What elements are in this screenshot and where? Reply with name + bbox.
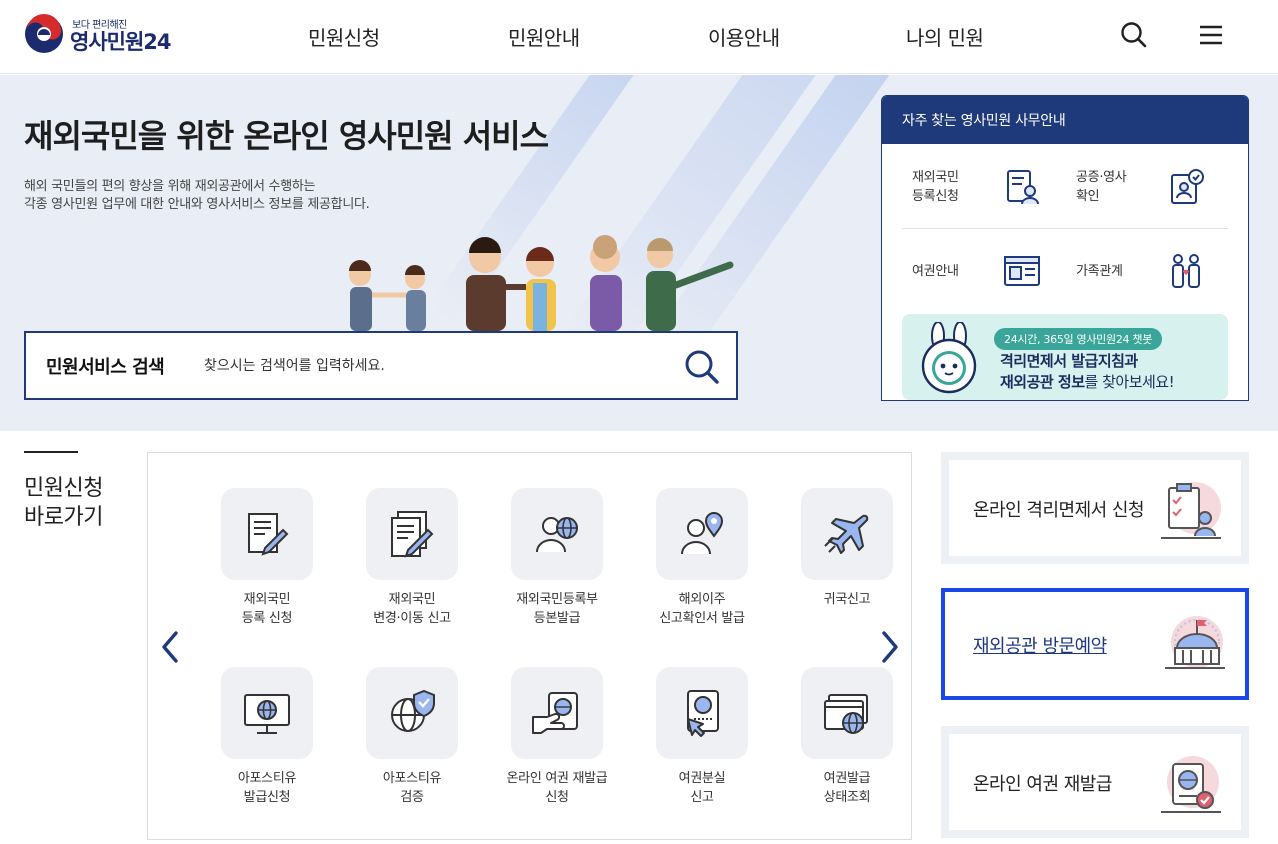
next-arrow-icon[interactable] (874, 627, 904, 667)
form-pen-icon (248, 513, 289, 556)
search-icon[interactable] (1119, 20, 1149, 50)
prev-arrow-icon[interactable] (156, 627, 186, 667)
nav-item-my[interactable]: 나의 민원 (906, 22, 984, 51)
section-divider (24, 451, 78, 453)
passport-cursor-icon (687, 690, 719, 737)
quick-item-apostille-verify[interactable]: 아포스티유 검증 (342, 667, 482, 807)
quick-item-passport-lost[interactable]: 여권분실 신고 (632, 667, 772, 807)
person-location-icon (681, 512, 724, 555)
site-header: 보다 편리해진 영사민원24 민원신청 민원안내 이용안내 나의 민원 (0, 0, 1278, 74)
card-label: 온라인 여권 재발급 (973, 774, 1112, 795)
logo-title: 영사민원24 (70, 29, 172, 54)
quick-item-register-copy[interactable]: 재외국민등록부 등본발급 (487, 488, 627, 628)
card-label: 온라인 격리면제서 신청 (973, 500, 1145, 521)
chatbot-line1: 격리면제서 발급지침과 (1000, 352, 1138, 370)
nav-item-apply[interactable]: 민원신청 (308, 22, 380, 51)
quick-item-online-passport[interactable]: 온라인 여권 재발급 신청 (487, 667, 627, 807)
globe-shield-icon (391, 689, 435, 732)
quick-section-title: 민원신청 바로가기 (24, 476, 103, 530)
clipboard-person-icon (1161, 482, 1221, 539)
hero-description: 해외 국민들의 편의 향상을 위해 재외공관에서 수행하는 각종 영사민원 업무… (24, 179, 370, 212)
card-embassy-visit-reservation[interactable]: 재외공관 방문예약 (941, 588, 1249, 700)
quick-item-change-move[interactable]: 재외국민 변경·이동 신고 (342, 488, 482, 628)
quick-links-panel: 재외국민 등록 신청 재외국민 변경·이동 신고 재외국민등록부 등본발급 해외이주 신… (147, 452, 912, 840)
nav-item-guide[interactable]: 민원안내 (508, 22, 580, 51)
card-quarantine-exemption[interactable]: 온라인 격리면제서 신청 (941, 452, 1249, 564)
taegeuk-logo-icon (25, 14, 63, 53)
faq-office-panel: 자주 찾는 영사민원 사무안내 재외국민 등록신청 공증·영사 확인 여권안내 … (881, 95, 1249, 401)
faq-item-notarization[interactable]: 공증·영사 확인 (1076, 146, 1244, 228)
faq-item-registration[interactable]: 재외국민 등록신청 (912, 146, 1080, 228)
search-submit-icon[interactable] (682, 347, 722, 387)
window-globe-icon (824, 694, 868, 734)
quick-item-emigration[interactable]: 해외이주 신고확인서 발급 (632, 488, 772, 628)
hero-title: 재외국민을 위한 온라인 영사민원 서비스 (24, 117, 549, 155)
passport-id-icon (1004, 256, 1040, 286)
family-icon (1172, 254, 1200, 288)
service-search-box: 민원서비스 검색 (24, 331, 738, 400)
airplane-icon (824, 514, 869, 554)
monitor-globe-icon (244, 694, 290, 734)
chatbot-tag: 24시간, 365일 영사민원24 챗봇 (994, 328, 1163, 350)
faq-title: 자주 찾는 영사민원 사무안내 (882, 96, 1248, 144)
card-online-passport-reissue[interactable]: 온라인 여권 재발급 (941, 726, 1249, 838)
card-label: 재외공관 방문예약 (973, 636, 1107, 657)
nav-item-usage[interactable]: 이용안내 (708, 22, 780, 51)
faq-item-family[interactable]: 가족관계 (1076, 230, 1244, 312)
chatbot-banner[interactable]: 24시간, 365일 영사민원24 챗봇 격리면제서 발급지침과 재외공관 정보… (902, 314, 1228, 400)
forms-pen-icon (391, 511, 434, 558)
menu-icon[interactable] (1196, 20, 1226, 50)
passport-check-icon (1161, 756, 1221, 813)
rabbit-mascot-icon (921, 322, 977, 394)
chatbot-line2: 재외공관 정보를 찾아보세요! (1000, 373, 1175, 391)
person-globe-icon (536, 517, 578, 553)
search-input[interactable] (204, 351, 664, 381)
hero-section: 재외국민을 위한 온라인 영사민원 서비스 해외 국민들의 편의 향상을 위해 … (0, 75, 1278, 431)
quick-item-registration[interactable]: 재외국민 등록 신청 (197, 488, 337, 628)
embassy-building-icon (1165, 616, 1225, 669)
search-label: 민원서비스 검색 (46, 357, 165, 378)
quick-item-passport-status[interactable]: 여권발급 상태조회 (777, 667, 917, 807)
document-person-icon (1007, 170, 1039, 205)
logo-subtitle: 보다 편리해진 (72, 19, 127, 31)
hand-passport-icon (532, 692, 578, 734)
faq-item-passport[interactable]: 여권안내 (912, 230, 1080, 312)
quick-item-return[interactable]: 귀국신고 (777, 488, 917, 609)
quick-item-apostille-apply[interactable]: 아포스티유 발급신청 (197, 667, 337, 807)
certificate-check-icon (1171, 169, 1204, 204)
people-illustration (349, 235, 734, 331)
site-logo[interactable]: 보다 편리해진 영사민원24 (24, 12, 172, 56)
